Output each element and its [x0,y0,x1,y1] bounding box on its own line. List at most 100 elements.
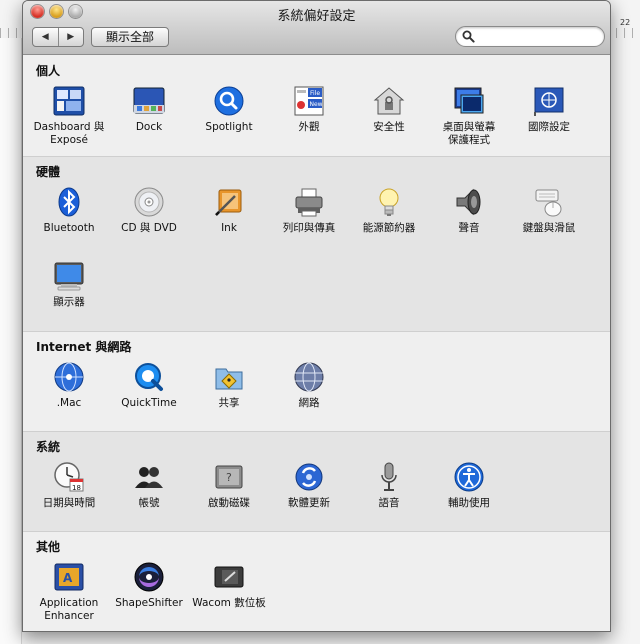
pane-shapeshifter[interactable]: ShapeShifter [109,561,189,610]
window-title: 系統偏好設定 [277,9,356,24]
pane-bluetooth[interactable]: Bluetooth [29,186,109,235]
dotmac-icon [53,361,85,393]
accounts-icon [133,461,165,493]
pane-label: 聲音 [458,222,480,234]
pane-label: Spotlight [205,121,253,133]
section-title: 個人 [36,64,61,78]
search-icon [462,30,475,43]
wacom-tablet-icon [213,561,245,593]
pane-energy-saver[interactable]: 能源節約器 [349,186,429,235]
software-update-icon [293,461,325,493]
pane-quicktime[interactable]: QuickTime [109,361,189,410]
pane-label: .Mac [56,397,82,409]
network-icon [293,361,325,393]
section-system: 系統 18 日期與時間 帳號 ? 啟動磁碟 軟體更新 語音 輔助使用 [23,432,610,532]
universal-access-icon [453,461,485,493]
pane-keyboard-mouse[interactable]: 鍵盤與滑鼠 [509,186,589,235]
pane-sound[interactable]: 聲音 [429,186,509,235]
pane-sharing[interactable]: 共享 [189,361,269,410]
back-forward-control: ◀ ▶ [32,27,84,47]
pane-label: 帳號 [138,497,160,509]
system-preferences-window: 系統偏好設定 ◀ ▶ 顯示全部 個人 Dashboard 與 Exposé Do… [22,0,611,632]
pane-label: 桌面與螢幕 保護程式 [442,121,496,146]
pane-label: ShapeShifter [115,597,183,609]
svg-text:?: ? [226,471,232,484]
pane-speech[interactable]: 語音 [349,461,429,510]
section-internet-network: Internet 與網路 .Mac QuickTime 共享 網路 [23,332,610,432]
quicktime-icon [133,361,165,393]
pane-label: 顯示器 [53,296,85,308]
pane-displays[interactable]: 顯示器 [29,260,109,309]
svg-text:A: A [63,571,73,585]
title-bar: 系統偏好設定 ◀ ▶ 顯示全部 [23,1,610,55]
pane-label: 鍵盤與滑鼠 [522,222,576,234]
pane-software-update[interactable]: 軟體更新 [269,461,349,510]
speech-icon [373,461,405,493]
pane-label: 啟動磁碟 [208,497,250,509]
section-other: 其他 A Application Enhancer ShapeShifter W… [23,532,610,631]
section-hardware: 硬體 Bluetooth CD 與 DVD Ink 列印與傳真 能源節約器 聲音… [23,157,610,332]
cd-dvd-icon [133,186,165,218]
spotlight-icon [213,85,245,117]
shapeshifter-icon [133,561,165,593]
pane-network[interactable]: 網路 [269,361,349,410]
back-button[interactable]: ◀ [33,28,59,46]
security-icon [373,85,405,117]
pane-label: Dock [135,121,163,133]
sharing-icon [213,361,245,393]
pane-date-time[interactable]: 18 日期與時間 [29,461,109,510]
pane-label: 輔助使用 [448,497,490,509]
bluetooth-icon [53,186,85,218]
pane-appearance[interactable]: File New 外觀 [269,85,349,134]
pane-spotlight[interactable]: Spotlight [189,85,269,134]
pane-label: 列印與傳真 [282,222,336,234]
print-fax-icon [293,186,325,218]
pane-startup-disk[interactable]: ? 啟動磁碟 [189,461,269,510]
pane-application-enhancer[interactable]: A Application Enhancer [29,561,109,623]
pane-label: Application Enhancer [39,597,99,622]
pane-label: Bluetooth [43,222,95,234]
date-time-icon: 18 [53,461,85,493]
keyboard-mouse-icon [533,186,565,218]
ruler-number: 22 [620,18,631,27]
displays-icon [53,260,85,292]
pane-ink[interactable]: Ink [189,186,269,235]
svg-text:New: New [310,101,323,108]
pane-label: Dashboard 與 Exposé [33,121,105,146]
startup-disk-icon: ? [213,461,245,493]
pane-print-fax[interactable]: 列印與傳真 [269,186,349,235]
pane-security[interactable]: 安全性 [349,85,429,134]
show-all-button[interactable]: 顯示全部 [91,27,169,47]
pane-label: 語音 [378,497,400,509]
search-field[interactable] [455,26,605,47]
svg-text:File: File [310,90,320,97]
pane-wacom-tablet[interactable]: Wacom 數位板 [189,561,269,610]
pane-universal-access[interactable]: 輔助使用 [429,461,509,510]
background-page-edge [0,38,22,644]
pane-cd-dvd[interactable]: CD 與 DVD [109,186,189,235]
pane-dock[interactable]: Dock [109,85,189,134]
pane-label: 網路 [298,397,320,409]
pane-accounts[interactable]: 帳號 [109,461,189,510]
application-enhancer-icon: A [53,561,85,593]
pane-dotmac[interactable]: .Mac [29,361,109,410]
pane-label: 外觀 [298,121,320,133]
pane-dashboard-expose[interactable]: Dashboard 與 Exposé [29,85,109,147]
svg-text:18: 18 [72,484,81,492]
pane-label: Ink [221,222,237,234]
pane-international[interactable]: 國際設定 [509,85,589,134]
section-title: 其他 [36,540,61,554]
section-title: 硬體 [36,165,61,179]
appearance-icon: File New [293,85,325,117]
pane-label: Wacom 數位板 [192,597,266,609]
forward-button[interactable]: ▶ [59,28,84,46]
pane-label: 軟體更新 [288,497,330,509]
search-input[interactable] [478,29,598,44]
ink-icon [213,186,245,218]
pane-label: 安全性 [373,121,405,133]
pane-desktop-screensaver[interactable]: 桌面與螢幕 保護程式 [429,85,509,147]
section-personal: 個人 Dashboard 與 Exposé Dock Spotlight Fil… [23,56,610,157]
section-title: Internet 與網路 [36,340,132,354]
pane-label: 日期與時間 [42,497,96,509]
international-icon [533,85,565,117]
